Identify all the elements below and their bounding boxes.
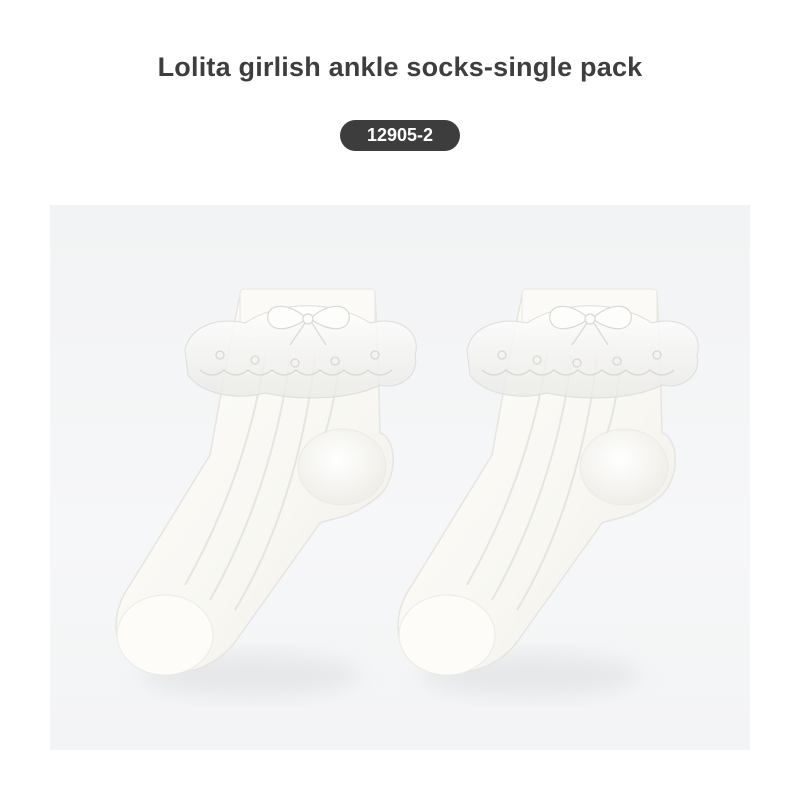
sock-right: [397, 288, 699, 676]
sku-badge: 12905-2: [340, 120, 460, 151]
socks-illustration: [115, 288, 699, 697]
product-photo: [50, 205, 750, 750]
product-title: Lolita girlish ankle socks-single pack: [157, 52, 643, 82]
sock-left: [115, 288, 417, 676]
